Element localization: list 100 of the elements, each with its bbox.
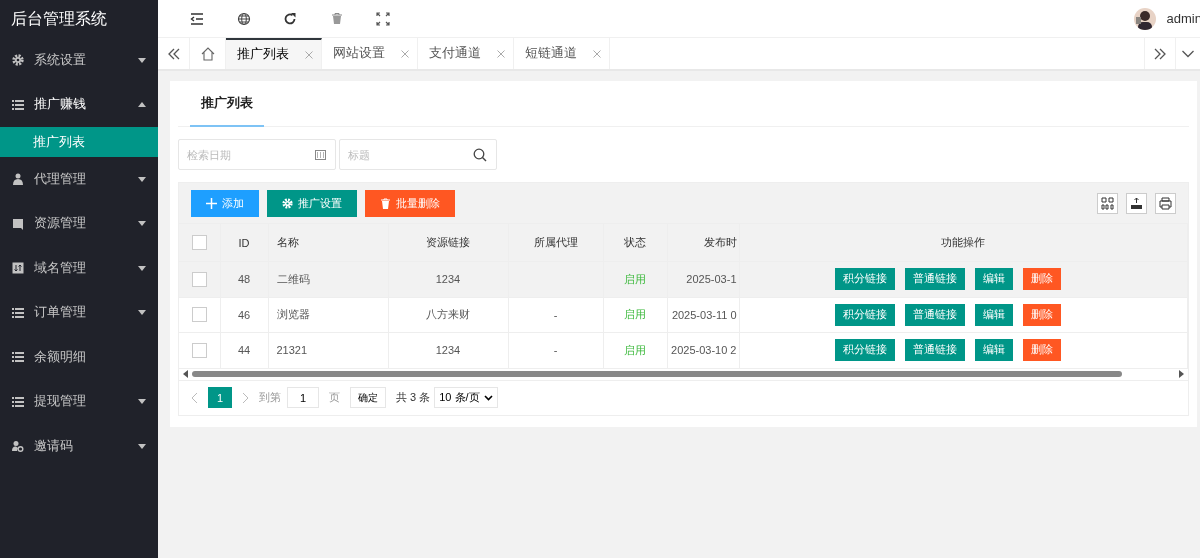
trash-icon[interactable]: [329, 11, 344, 26]
sidebar-item[interactable]: 域名管理: [0, 246, 158, 291]
column-header: 状态: [624, 236, 646, 248]
caret-icon: [138, 57, 146, 63]
total-count: 共 3 条: [396, 390, 431, 405]
export-icon[interactable]: [1130, 196, 1143, 210]
globe-icon[interactable]: [236, 11, 251, 26]
sidebar-item[interactable]: 代理管理: [0, 157, 158, 202]
page-number[interactable]: 1: [208, 387, 232, 408]
table-cell: 48: [237, 273, 251, 286]
sidebar-item[interactable]: 资源管理: [0, 201, 158, 246]
caret-icon: [138, 310, 146, 316]
tab[interactable]: 短链通道: [514, 38, 610, 69]
caret-icon: [138, 221, 146, 227]
table-cell: 1234: [435, 344, 461, 357]
input-field[interactable]: 检索日期: [178, 139, 336, 170]
column-header: 名称: [276, 236, 299, 248]
sidebar-item[interactable]: 余额明细: [0, 335, 158, 380]
plus-icon: [206, 197, 217, 209]
table-cell: 2025-03-11 0: [671, 308, 737, 321]
caret-icon: [138, 176, 146, 182]
card-tab[interactable]: 推广列表: [190, 81, 264, 127]
tab[interactable]: 支付通道: [418, 38, 514, 69]
toolbar-button[interactable]: 推广设置: [267, 189, 357, 217]
list-icon: [12, 98, 24, 111]
columns-icon[interactable]: [1101, 196, 1114, 210]
table-cell: 21321: [276, 344, 308, 357]
input-field[interactable]: 标题: [339, 139, 497, 170]
users-icon: [12, 173, 24, 186]
prev-page-icon[interactable]: [191, 391, 198, 404]
column-header: 功能操作: [941, 236, 986, 248]
key-person-icon: [12, 440, 24, 453]
action-button[interactable]: 编辑: [975, 268, 1014, 291]
sidebar-item[interactable]: 订单管理: [0, 290, 158, 335]
action-button[interactable]: 编辑: [975, 339, 1014, 362]
scrollbar-thumb[interactable]: [192, 371, 1122, 377]
column-header: 资源链接: [426, 236, 470, 248]
table-cell: -: [553, 344, 558, 357]
table-cell: 八方来财: [426, 308, 470, 321]
book-icon: [12, 217, 24, 230]
checkbox[interactable]: [191, 271, 207, 287]
close-icon[interactable]: [593, 49, 601, 58]
page-size-select[interactable]: 10 条/页: [434, 387, 498, 408]
caret-icon: [138, 443, 146, 449]
pager-label: 到第: [259, 390, 281, 405]
menu-collapse-icon[interactable]: [190, 11, 205, 26]
column-header: ID: [238, 236, 250, 249]
double-left-icon[interactable]: [167, 47, 180, 60]
refresh-icon[interactable]: [283, 11, 298, 26]
list-icon: [12, 306, 24, 319]
table-cell: 2025-03-1: [686, 273, 737, 286]
checkbox[interactable]: [191, 342, 207, 358]
caret-icon: [138, 265, 146, 271]
sidebar-subitem[interactable]: 推广列表: [0, 127, 158, 157]
close-icon[interactable]: [401, 49, 409, 58]
app-title: 后台管理系统: [10, 8, 108, 29]
print-icon[interactable]: [1159, 196, 1172, 210]
page-input[interactable]: 1: [287, 387, 319, 408]
action-button[interactable]: 普通链接: [905, 303, 966, 326]
sidebar-item[interactable]: 推广赚钱: [0, 82, 158, 127]
home-icon[interactable]: [200, 46, 215, 61]
sidebar-item[interactable]: 系统设置: [0, 38, 158, 83]
table-cell: 44: [237, 344, 251, 357]
calendar-icon: [315, 149, 326, 160]
avatar: [1133, 7, 1156, 30]
sidebar-item[interactable]: 提现管理: [0, 379, 158, 424]
action-button[interactable]: 积分链接: [835, 268, 896, 291]
scroll-right-icon: [1179, 370, 1184, 378]
action-button[interactable]: 编辑: [975, 303, 1014, 326]
caret-icon: [138, 102, 146, 108]
action-button[interactable]: 普通链接: [905, 268, 966, 291]
table-cell: -: [553, 308, 558, 321]
tab[interactable]: 网站设置: [322, 38, 418, 69]
table-cell: 2025-03-10 2: [671, 344, 737, 357]
pager-label: 页: [329, 390, 340, 405]
action-button[interactable]: 积分链接: [835, 303, 896, 326]
column-header: 发布时: [703, 236, 737, 248]
checkbox[interactable]: [191, 307, 207, 323]
gear-icon: [12, 54, 24, 67]
chevron-down-icon[interactable]: [1182, 49, 1194, 58]
action-button[interactable]: 积分链接: [835, 339, 896, 362]
tab[interactable]: 推广列表: [226, 38, 322, 69]
chevron-down-icon: [483, 394, 493, 401]
status-text: 启用: [624, 272, 646, 285]
close-icon[interactable]: [305, 50, 313, 59]
sidebar-item[interactable]: 邀请码: [0, 424, 158, 469]
gear-icon: [282, 197, 293, 209]
fullscreen-icon[interactable]: [376, 11, 391, 26]
status-text: 启用: [624, 308, 646, 321]
action-button[interactable]: 普通链接: [905, 339, 966, 362]
table-cell: 1234: [435, 273, 461, 286]
status-text: 启用: [624, 343, 646, 356]
list-icon: [12, 351, 24, 364]
table-cell: 二维码: [276, 272, 310, 285]
close-icon[interactable]: [497, 49, 505, 58]
checkbox[interactable]: [191, 235, 207, 250]
next-page-icon[interactable]: [242, 391, 249, 404]
confirm-button[interactable]: 确定: [350, 387, 386, 408]
search-icon: [473, 147, 487, 162]
double-right-icon[interactable]: [1154, 47, 1166, 60]
